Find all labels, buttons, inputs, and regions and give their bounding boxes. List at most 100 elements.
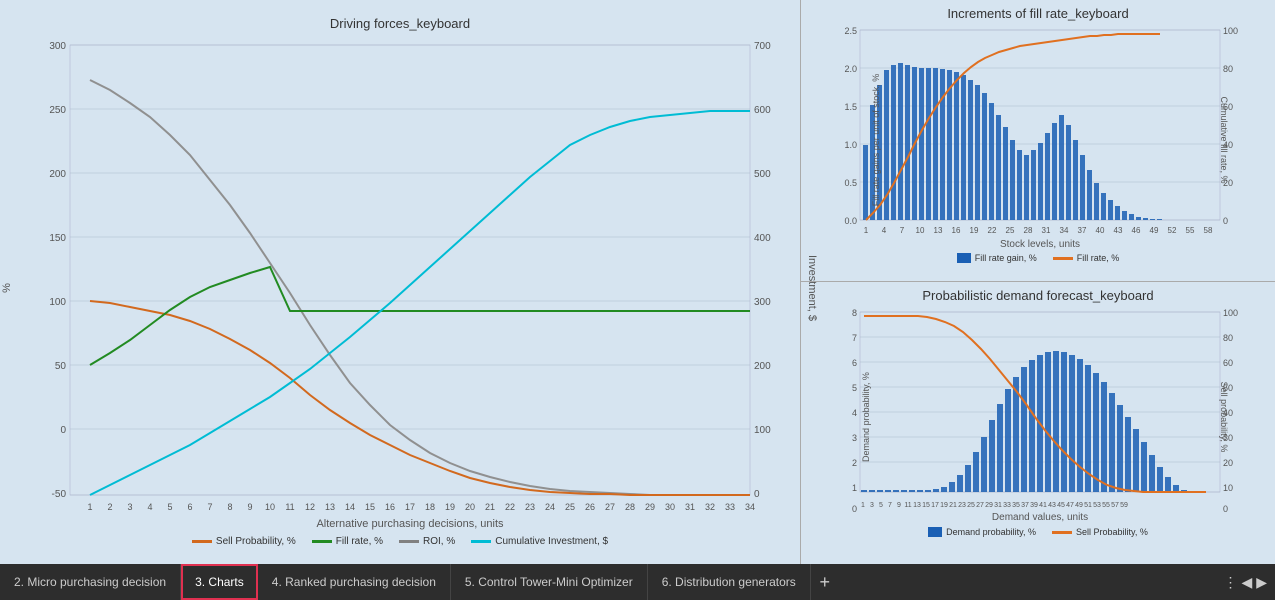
svg-text:2.0: 2.0 <box>844 64 857 74</box>
svg-text:31: 31 <box>685 502 695 512</box>
svg-text:0: 0 <box>1223 216 1228 226</box>
svg-text:4: 4 <box>882 226 887 235</box>
svg-text:49: 49 <box>1075 502 1083 509</box>
tab-next-icon[interactable]: ▶ <box>1256 574 1267 591</box>
svg-text:13: 13 <box>325 502 335 512</box>
tab-nav-icons: ⋮ ◀ ▶ <box>1223 574 1275 591</box>
svg-text:19: 19 <box>445 502 455 512</box>
svg-text:31: 31 <box>994 502 1002 509</box>
svg-text:29: 29 <box>645 502 655 512</box>
svg-text:150: 150 <box>49 233 66 244</box>
svg-text:5: 5 <box>852 383 857 393</box>
svg-text:Demand values, units: Demand values, units <box>992 512 1088 523</box>
svg-text:3: 3 <box>870 502 874 509</box>
svg-text:100: 100 <box>1223 308 1238 318</box>
svg-text:33: 33 <box>1003 502 1011 509</box>
right-top-chart-panel: Increments of fill rate_keyboard Fill ra… <box>801 0 1275 282</box>
svg-text:35: 35 <box>1012 502 1020 509</box>
svg-text:1.5: 1.5 <box>844 102 857 112</box>
svg-text:10: 10 <box>1223 483 1233 493</box>
svg-text:28: 28 <box>1024 226 1033 235</box>
tab-prev-icon[interactable]: ◀ <box>1241 574 1252 591</box>
svg-text:250: 250 <box>49 105 66 116</box>
svg-text:7: 7 <box>900 226 905 235</box>
svg-text:17: 17 <box>931 502 939 509</box>
left-chart-svg: 300 250 200 150 100 50 0 -50 700 600 500… <box>30 35 790 540</box>
svg-text:7: 7 <box>852 333 857 343</box>
svg-text:4: 4 <box>852 408 857 418</box>
svg-text:25: 25 <box>967 502 975 509</box>
svg-text:7: 7 <box>207 502 212 512</box>
svg-text:39: 39 <box>1030 502 1038 509</box>
svg-text:14: 14 <box>345 502 355 512</box>
svg-text:2: 2 <box>852 458 857 468</box>
right-top-svg: 2.5 2.0 1.5 1.0 0.5 0.0 100 80 60 40 20 <box>830 25 1260 255</box>
svg-text:50: 50 <box>55 361 67 372</box>
svg-text:15: 15 <box>922 502 930 509</box>
svg-text:43: 43 <box>1048 502 1056 509</box>
svg-text:23: 23 <box>958 502 966 509</box>
svg-text:300: 300 <box>754 297 771 308</box>
right-panel: Increments of fill rate_keyboard Fill ra… <box>800 0 1275 564</box>
svg-text:400: 400 <box>754 233 771 244</box>
svg-text:Alternative purchasing decisio: Alternative purchasing decisions, units <box>316 518 504 530</box>
right-top-y-right: Cumulative fill rate, % <box>1219 90 1229 190</box>
right-bottom-title: Probabilistic demand forecast_keyboard <box>806 288 1270 303</box>
svg-text:4: 4 <box>147 502 152 512</box>
svg-text:23: 23 <box>525 502 535 512</box>
svg-text:58: 58 <box>1204 226 1213 235</box>
right-bottom-y-left: Demand probability, % <box>861 357 871 477</box>
tab-control-tower[interactable]: 5. Control Tower-Mini Optimizer <box>451 564 648 600</box>
svg-text:43: 43 <box>1114 226 1123 235</box>
svg-text:0: 0 <box>60 425 66 436</box>
svg-text:52: 52 <box>1168 226 1177 235</box>
svg-text:22: 22 <box>988 226 997 235</box>
svg-text:40: 40 <box>1096 226 1105 235</box>
right-bottom-chart-panel: Probabilistic demand forecast_keyboard D… <box>801 282 1275 564</box>
svg-text:6: 6 <box>852 358 857 368</box>
svg-text:-50: -50 <box>52 489 67 500</box>
left-chart-title: Driving forces_keyboard <box>5 16 795 31</box>
svg-text:0.5: 0.5 <box>844 178 857 188</box>
svg-text:2.5: 2.5 <box>844 26 857 36</box>
svg-text:7: 7 <box>888 502 892 509</box>
svg-text:16: 16 <box>952 226 961 235</box>
svg-text:300: 300 <box>49 41 66 52</box>
svg-text:57: 57 <box>1111 502 1119 509</box>
svg-text:1: 1 <box>861 502 865 509</box>
legend-sell-prob-line: Sell Probability, % <box>1052 527 1148 537</box>
svg-text:1: 1 <box>864 226 869 235</box>
svg-text:200: 200 <box>49 169 66 180</box>
tab-micro-purchasing[interactable]: 2. Micro purchasing decision <box>0 564 181 600</box>
svg-text:9: 9 <box>247 502 252 512</box>
svg-text:11: 11 <box>904 502 911 509</box>
svg-text:20: 20 <box>465 502 475 512</box>
svg-text:5: 5 <box>167 502 172 512</box>
tab-distribution-generators[interactable]: 6. Distribution generators <box>648 564 811 600</box>
svg-text:34: 34 <box>1060 226 1069 235</box>
svg-text:1: 1 <box>87 502 92 512</box>
tab-add-button[interactable]: + <box>811 568 839 596</box>
svg-text:29: 29 <box>985 502 993 509</box>
svg-text:0.0: 0.0 <box>844 216 857 226</box>
svg-text:28: 28 <box>625 502 635 512</box>
svg-text:100: 100 <box>49 297 66 308</box>
svg-text:37: 37 <box>1021 502 1029 509</box>
svg-text:700: 700 <box>754 41 771 52</box>
svg-text:6: 6 <box>187 502 192 512</box>
svg-text:3: 3 <box>852 433 857 443</box>
svg-text:55: 55 <box>1186 226 1195 235</box>
svg-text:12: 12 <box>305 502 315 512</box>
svg-text:5: 5 <box>879 502 883 509</box>
svg-text:0: 0 <box>852 504 857 514</box>
tab-more-icon[interactable]: ⋮ <box>1223 574 1237 591</box>
svg-text:41: 41 <box>1039 502 1047 509</box>
svg-text:31: 31 <box>1042 226 1051 235</box>
svg-text:55: 55 <box>1102 502 1110 509</box>
tab-charts[interactable]: 3. Charts <box>181 564 258 600</box>
tab-ranked-purchasing[interactable]: 4. Ranked purchasing decision <box>258 564 451 600</box>
svg-text:200: 200 <box>754 361 771 372</box>
svg-text:500: 500 <box>754 169 771 180</box>
svg-text:25: 25 <box>1006 226 1015 235</box>
svg-text:100: 100 <box>754 425 771 436</box>
